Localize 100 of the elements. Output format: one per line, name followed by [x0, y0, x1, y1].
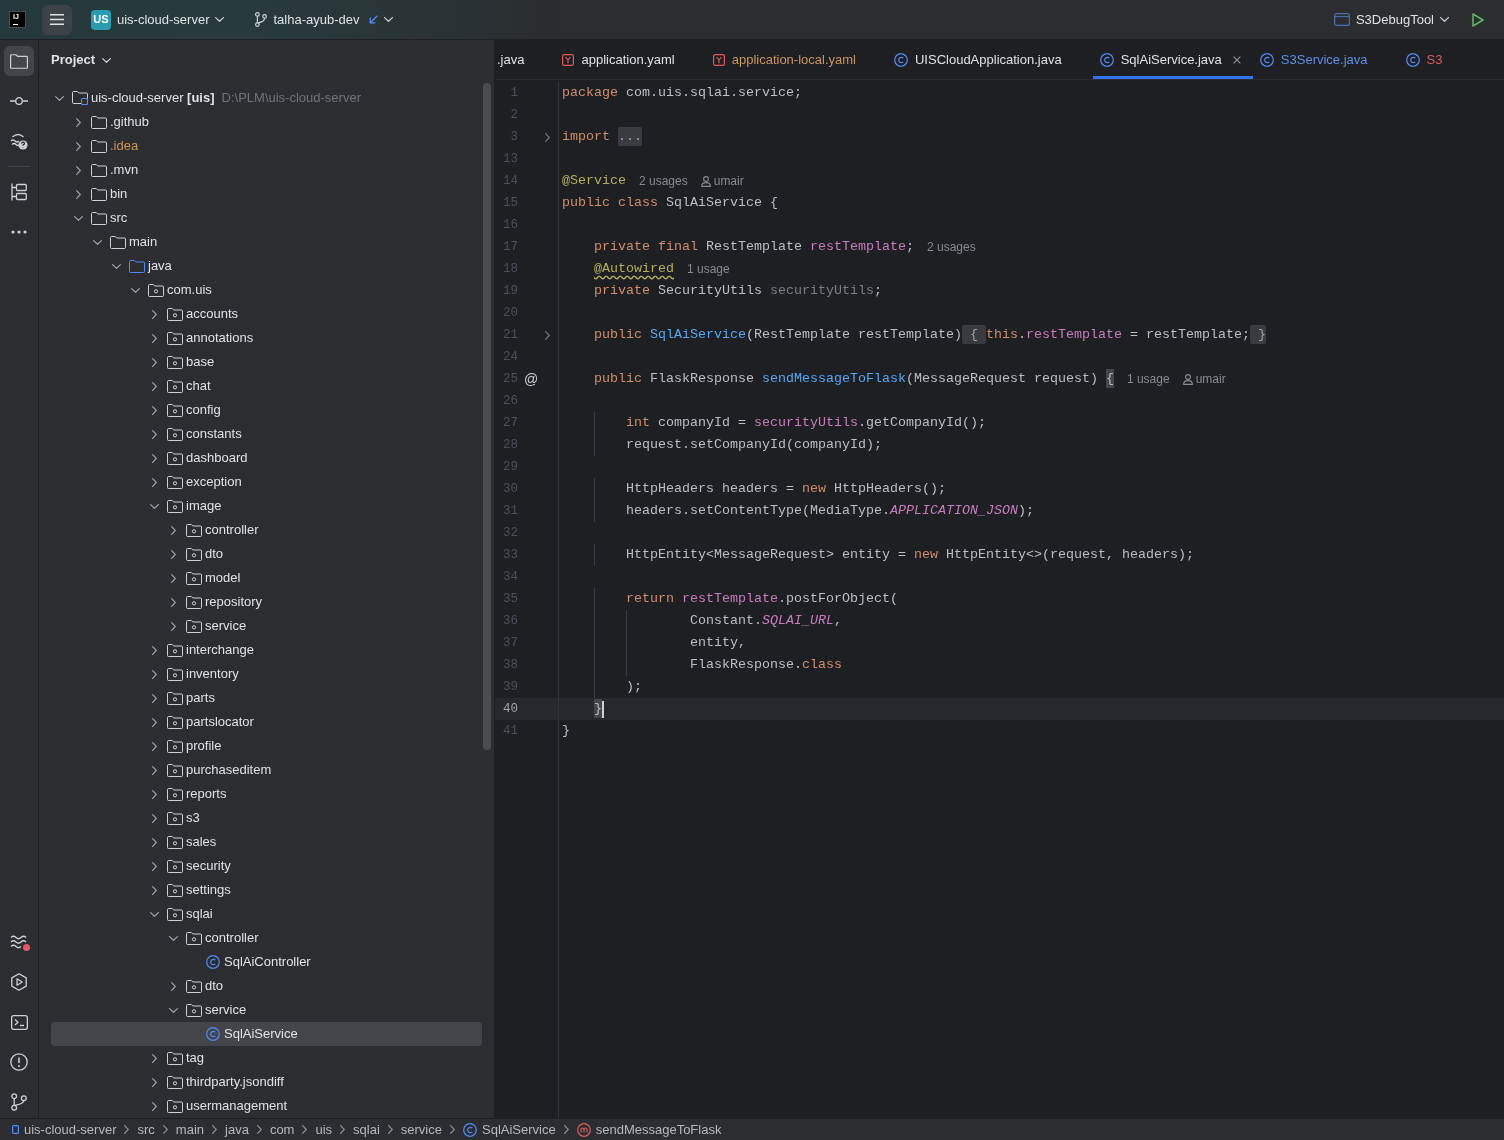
- tree-item[interactable]: image: [51, 494, 482, 518]
- tree-item[interactable]: tag: [51, 1046, 482, 1070]
- tree-item[interactable]: interchange: [51, 638, 482, 662]
- editor-tab[interactable]: S3: [1398, 40, 1474, 79]
- tree-item[interactable]: parts: [51, 686, 482, 710]
- usage-hint[interactable]: 2 usages: [926, 239, 976, 255]
- tree-item[interactable]: dto: [51, 542, 482, 566]
- view-selector[interactable]: Project: [51, 50, 112, 70]
- chevron-down-icon: [102, 57, 112, 63]
- workspace-selector[interactable]: US uis-cloud-server: [86, 5, 230, 34]
- chevron-right-icon: [256, 1125, 262, 1134]
- tree-item[interactable]: config: [51, 398, 482, 422]
- tree-item[interactable]: SqlAiController: [51, 950, 482, 974]
- tree-item[interactable]: chat: [51, 374, 482, 398]
- tree-item[interactable]: .idea: [51, 134, 482, 158]
- chevron-right-icon: [302, 1125, 308, 1134]
- tree-item[interactable]: security: [51, 854, 482, 878]
- breadcrumb[interactable]: sqlai: [353, 1121, 380, 1138]
- breadcrumb[interactable]: service: [400, 1121, 442, 1138]
- breadcrumb[interactable]: uis-cloud-server: [12, 1121, 117, 1138]
- breadcrumb[interactable]: sendMessageToFlask: [576, 1121, 722, 1138]
- folder-icon: [91, 115, 107, 129]
- tree-item[interactable]: src: [51, 206, 482, 230]
- editor-tab[interactable]: SqlAiService.java: [1092, 40, 1253, 79]
- breadcrumb[interactable]: com: [269, 1121, 295, 1138]
- tree-item[interactable]: uis-cloud-server [uis] D:\PLM\uis-cloud-server: [51, 86, 482, 110]
- tree-item[interactable]: partslocator: [51, 710, 482, 734]
- breadcrumb[interactable]: java: [225, 1121, 249, 1138]
- scrollbar-thumb[interactable]: [483, 83, 491, 750]
- branch-selector[interactable]: talha-ayub-dev: [249, 5, 400, 34]
- breadcrumb[interactable]: src: [137, 1121, 155, 1138]
- tree-item[interactable]: sqlai: [51, 902, 482, 926]
- tree-item[interactable]: .github: [51, 110, 482, 134]
- usage-hint[interactable]: 1 usage: [1126, 371, 1170, 387]
- breadcrumb[interactable]: SqlAiService: [463, 1121, 556, 1138]
- tree-item[interactable]: inventory: [51, 662, 482, 686]
- usage-hint[interactable]: 1 usage: [687, 261, 730, 277]
- tree-item[interactable]: controller: [51, 926, 482, 950]
- tree-item[interactable]: thirdparty.jsondiff: [51, 1070, 482, 1094]
- tree-item[interactable]: .mvn: [51, 158, 482, 182]
- main-menu-button[interactable]: [42, 4, 72, 35]
- tree-item[interactable]: sales: [51, 830, 482, 854]
- window-icon: [1333, 13, 1350, 26]
- tree-item[interactable]: purchaseditem: [51, 758, 482, 782]
- editor-tab[interactable]: S3Service.java: [1252, 40, 1399, 79]
- breadcrumb[interactable]: main: [175, 1121, 204, 1138]
- editor-tab[interactable]: application-local.yaml: [705, 40, 887, 79]
- git-branch-icon: [11, 1093, 27, 1111]
- package-icon: [167, 1051, 183, 1065]
- tree-item[interactable]: bin: [51, 182, 482, 206]
- tree-item[interactable]: reports: [51, 782, 482, 806]
- editor-tab[interactable]: .java: [495, 40, 556, 79]
- line-number: 40: [502, 701, 518, 718]
- wave-help-icon: [10, 132, 28, 150]
- editor-tab[interactable]: application.yaml: [555, 40, 706, 79]
- tree-item[interactable]: annotations: [51, 326, 482, 350]
- run-configuration-selector[interactable]: S3DebugTool: [1327, 5, 1455, 34]
- breadcrumb[interactable]: uis: [315, 1121, 333, 1138]
- gutter-mark[interactable]: @: [523, 371, 539, 387]
- tree-item[interactable]: java: [51, 254, 482, 278]
- method-icon: [576, 1122, 591, 1137]
- package-icon: [167, 643, 183, 657]
- close-icon[interactable]: [1232, 55, 1241, 64]
- tree-item[interactable]: repository: [51, 590, 482, 614]
- folder-icon: [91, 163, 107, 177]
- tree-item[interactable]: controller: [51, 518, 482, 542]
- package-icon: [167, 739, 183, 753]
- tree-item[interactable]: service: [51, 614, 482, 638]
- tree-item[interactable]: exception: [51, 470, 482, 494]
- menu-icon: [50, 14, 64, 25]
- tree-item[interactable]: dto: [51, 974, 482, 998]
- tree-item[interactable]: accounts: [51, 302, 482, 326]
- code-line: @Service: [562, 172, 626, 190]
- tree-item[interactable]: settings: [51, 878, 482, 902]
- package-icon: [167, 715, 183, 729]
- folder-icon: [110, 235, 126, 249]
- tree-item[interactable]: SqlAiService: [51, 1022, 482, 1046]
- author-hint[interactable]: umair: [713, 173, 744, 189]
- editor-tab[interactable]: UISCloudApplication.java: [886, 40, 1093, 79]
- class-icon: [463, 1122, 477, 1137]
- tree-item[interactable]: base: [51, 350, 482, 374]
- package-icon: [167, 1075, 183, 1089]
- tool-window-button[interactable]: [4, 46, 34, 76]
- package-icon: [186, 523, 202, 537]
- tree-item[interactable]: dashboard: [51, 446, 482, 470]
- tree-item[interactable]: usermanagement: [51, 1094, 482, 1118]
- tree-item[interactable]: model: [51, 566, 482, 590]
- tree-item[interactable]: service: [51, 998, 482, 1022]
- tree-item[interactable]: profile: [51, 734, 482, 758]
- author-hint[interactable]: umair: [1195, 371, 1226, 387]
- tree-item[interactable]: s3: [51, 806, 482, 830]
- usage-hint[interactable]: 2 usages: [639, 173, 688, 189]
- tree-item[interactable]: main: [51, 230, 482, 254]
- class-icon: [206, 1027, 220, 1041]
- tree-item[interactable]: constants: [51, 422, 482, 446]
- folder-icon: [91, 211, 107, 225]
- chevron-down-icon: [215, 17, 225, 22]
- tree-item[interactable]: com.uis: [51, 278, 482, 302]
- commit-icon: [10, 97, 28, 105]
- code-line: FlaskResponse.class: [690, 656, 842, 674]
